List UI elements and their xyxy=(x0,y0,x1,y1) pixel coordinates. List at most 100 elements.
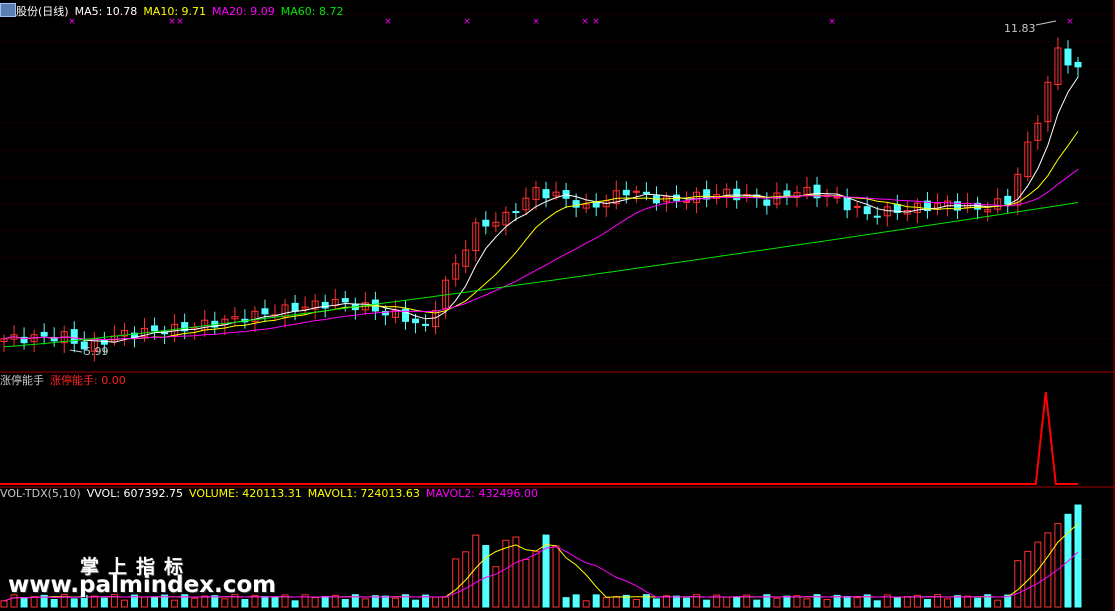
candle-body xyxy=(1004,195,1012,205)
volume-bar xyxy=(341,598,349,608)
volume-bar xyxy=(151,596,159,608)
volume-bar xyxy=(944,598,952,608)
volume-bar xyxy=(753,599,761,608)
volume-bar xyxy=(683,597,691,608)
volume-bar xyxy=(1014,560,1022,608)
ma5-label: MA5: 10.78 xyxy=(74,5,138,18)
volume-bar xyxy=(994,599,1002,608)
volume-bar xyxy=(552,545,560,608)
mavol2-label: MAVOL2: 432496.00 xyxy=(425,487,539,500)
indicator-value: 涨停能手: 0.00 xyxy=(50,374,126,387)
volume-bar xyxy=(602,597,610,608)
high-pointer xyxy=(1035,20,1057,26)
indicator-header: 涨停能手 涨停能手: 0.00 xyxy=(0,373,132,389)
candle-body xyxy=(863,206,871,215)
volume-bar xyxy=(733,596,741,608)
vvol-label: VVOL: 607392.75 xyxy=(86,487,184,500)
watermark-url: www.palmindex.com xyxy=(8,572,277,598)
signal-marker: × xyxy=(532,17,540,27)
ma5-line xyxy=(3,76,1079,343)
volume-bar xyxy=(843,596,851,608)
volume-bar xyxy=(903,596,911,608)
volume-bar xyxy=(412,599,420,608)
candle-body xyxy=(542,189,550,199)
volume-bar xyxy=(271,597,279,608)
volume-bar xyxy=(632,598,640,608)
volume-bar xyxy=(532,550,540,608)
candle-body xyxy=(261,308,269,315)
candle-body xyxy=(873,215,881,218)
volume-bar xyxy=(974,597,982,608)
volume-bar xyxy=(673,595,681,608)
volume-bar xyxy=(20,597,28,608)
volume-bar xyxy=(612,596,620,608)
candle-body xyxy=(622,189,630,196)
volume-bar xyxy=(321,596,329,608)
volume-bar xyxy=(261,596,269,608)
ma20-line xyxy=(3,168,1079,341)
volume-bar xyxy=(1024,550,1032,608)
volume-bar xyxy=(1034,541,1042,608)
volume-bar xyxy=(592,594,600,608)
ma60-line xyxy=(3,202,1079,348)
candle-body xyxy=(151,325,159,332)
volume-bar xyxy=(723,596,731,608)
candle-body xyxy=(341,298,349,303)
volume-bar xyxy=(853,597,861,608)
mavol1-label: MAVOL1: 724013.63 xyxy=(307,487,420,500)
candle-body xyxy=(853,205,861,208)
volume-bar xyxy=(512,536,520,608)
volume-indicator-name: VOL-TDX(5,10) xyxy=(0,487,81,500)
volume-bar xyxy=(572,594,580,608)
ma20-label: MA20: 9.09 xyxy=(212,5,275,18)
volume-bar xyxy=(562,597,570,608)
volume-bar xyxy=(652,598,660,608)
indicator-name: 涨停能手 xyxy=(0,374,44,387)
candle-body xyxy=(843,196,851,211)
volume-bar xyxy=(582,600,590,608)
signal-marker: × xyxy=(828,17,836,27)
ma10-label: MA10: 9.71 xyxy=(143,5,207,18)
candle-body xyxy=(482,219,490,227)
volume-label: VOLUME: 420113.31 xyxy=(189,487,302,500)
volume-bar xyxy=(1064,513,1072,608)
volume-bar xyxy=(50,598,58,608)
stock-chart[interactable]: × × × × × × × × × × xyxy=(0,0,1115,611)
ma60-label: MA60: 8.72 xyxy=(280,5,344,18)
candle-body xyxy=(763,199,771,206)
signal-marker: × xyxy=(592,17,600,27)
volume-bar xyxy=(70,598,78,608)
volume-bar xyxy=(893,597,901,608)
candle-body xyxy=(642,191,650,195)
volume-bar xyxy=(442,596,450,608)
stock-name: 股份(日线) xyxy=(16,5,69,18)
volume-bar xyxy=(120,599,128,608)
candle-body xyxy=(422,323,430,326)
volume-bar xyxy=(171,599,179,608)
volume-bar xyxy=(381,595,389,608)
candle-body xyxy=(70,329,78,344)
volume-bar xyxy=(100,597,108,608)
volume-bar xyxy=(1074,504,1082,608)
volume-bar xyxy=(703,599,711,608)
candle-body xyxy=(1064,48,1072,66)
volume-bar xyxy=(1054,523,1062,608)
volume-bar xyxy=(964,595,972,608)
volume-bar xyxy=(291,600,299,608)
volume-bar xyxy=(522,558,530,608)
signal-marker: × xyxy=(581,17,589,27)
volume-bar xyxy=(502,539,510,608)
volume-bar xyxy=(30,596,38,608)
low-pointer xyxy=(69,349,83,353)
candle-body xyxy=(291,302,299,312)
volume-bar xyxy=(361,598,369,608)
signal-marker: × xyxy=(1066,17,1074,27)
ma10-line xyxy=(3,131,1079,341)
candle-body xyxy=(833,196,841,199)
volume-bar xyxy=(923,598,931,608)
volume-bar xyxy=(1044,532,1052,608)
high-price-label: 11.83 xyxy=(1004,22,1036,35)
volume-bar xyxy=(432,596,440,608)
volume-bar xyxy=(391,597,399,608)
volume-bar xyxy=(803,598,811,608)
